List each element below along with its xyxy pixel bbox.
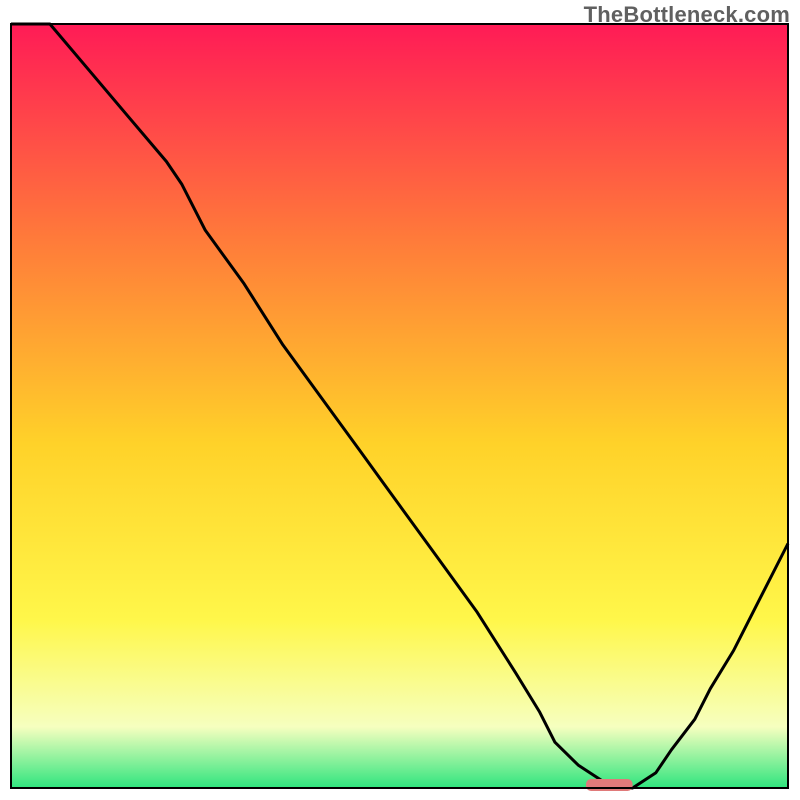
optimal-range-marker xyxy=(586,779,633,791)
bottleneck-chart xyxy=(0,0,800,800)
watermark-text: TheBottleneck.com xyxy=(584,2,790,28)
chart-container: { "watermark": "TheBottleneck.com", "col… xyxy=(0,0,800,800)
gradient-background xyxy=(11,24,788,788)
